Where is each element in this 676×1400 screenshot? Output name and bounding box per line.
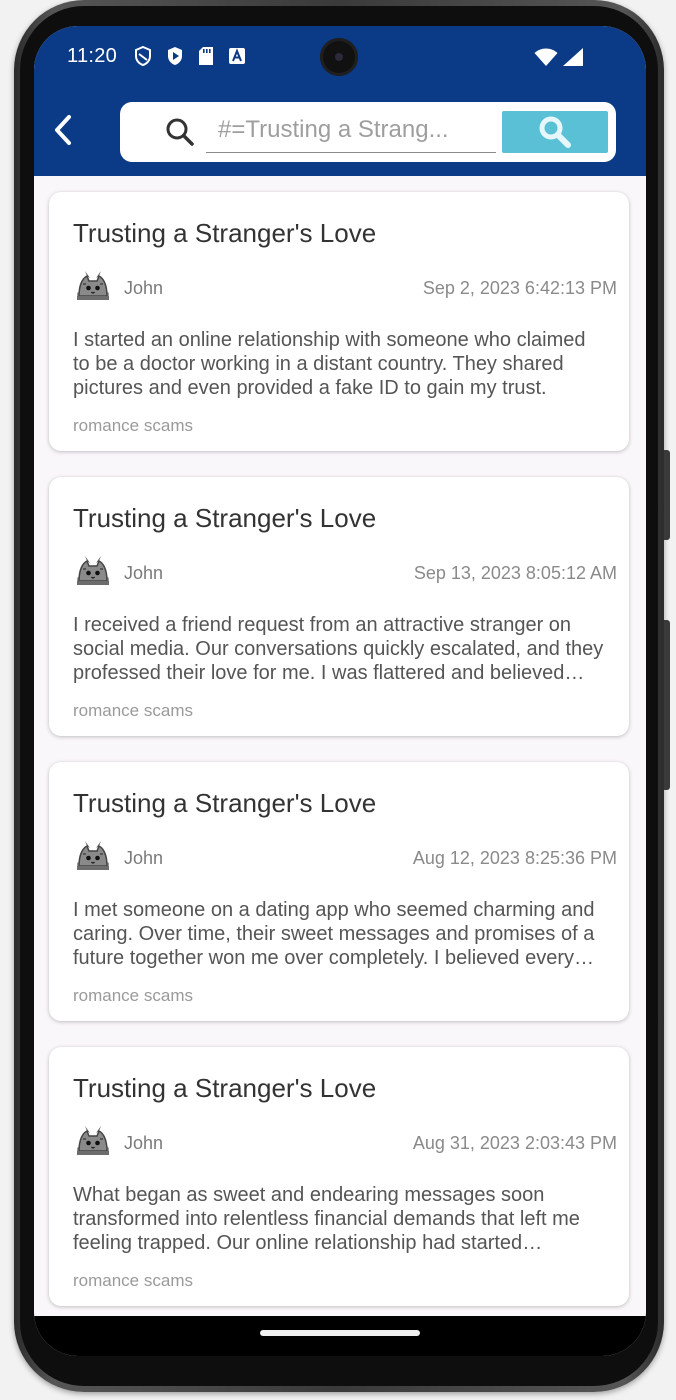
- post-date: Aug 31, 2023 2:03:43 PM: [412, 1133, 617, 1153]
- app-bar: 11:20: [34, 26, 646, 176]
- search-box: [120, 102, 616, 162]
- power-button: [664, 620, 670, 790]
- post-excerpt: What began as sweet and endearing messag…: [73, 1184, 580, 1254]
- post-title: Trusting a Stranger's Love: [73, 1073, 377, 1103]
- home-indicator[interactable]: [260, 1330, 420, 1336]
- post-card[interactable]: Trusting a Stranger's Love John Sep 2, 2: [49, 192, 629, 451]
- status-bar: 11:20: [34, 26, 646, 88]
- post-tag: romance scams: [73, 416, 193, 435]
- post-list[interactable]: Trusting a Stranger's Love John Sep 2, 2: [34, 176, 646, 1316]
- status-time: 11:20: [67, 45, 118, 67]
- play-protect-icon: [166, 46, 184, 71]
- post-date: Sep 2, 2023 6:42:13 PM: [422, 278, 617, 298]
- post-tag: romance scams: [73, 1271, 193, 1290]
- cat-avatar-icon: [73, 555, 113, 587]
- a-badge-icon: [228, 46, 246, 71]
- post-card[interactable]: Trusting a Stranger's Love John Aug 12,: [49, 762, 629, 1021]
- search-button[interactable]: [502, 111, 608, 153]
- post-author: John: [124, 278, 164, 298]
- post-tag: romance scams: [73, 986, 193, 1005]
- post-excerpt: I started an online relationship with so…: [73, 329, 586, 399]
- post-title: Trusting a Stranger's Love: [73, 218, 377, 248]
- phone-frame: 11:20 #=Trusting a Strang... Trusting a …: [14, 0, 670, 1392]
- search-icon: [164, 116, 196, 148]
- wifi-icon: [534, 47, 558, 72]
- status-icons-left: [134, 45, 246, 71]
- post-excerpt: I received a friend request from an attr…: [73, 614, 604, 684]
- back-button[interactable]: [46, 110, 80, 150]
- post-author: John: [124, 1133, 164, 1153]
- cat-avatar-icon: [73, 1125, 113, 1157]
- magnifier-icon: [539, 116, 571, 148]
- post-tag: romance scams: [73, 701, 193, 720]
- volume-button: [664, 450, 670, 540]
- front-camera: [320, 38, 358, 76]
- status-icons-right: [534, 47, 584, 72]
- back-arrow-icon: [55, 115, 71, 145]
- app-screen: 11:20 #=Trusting a Strang... Trusting a …: [34, 26, 646, 1356]
- gesture-nav-bar: [34, 1316, 646, 1356]
- post-title: Trusting a Stranger's Love: [73, 503, 377, 533]
- post-author: John: [124, 848, 164, 868]
- search-input[interactable]: [206, 108, 496, 153]
- post-author: John: [124, 563, 164, 583]
- post-card[interactable]: Trusting a Stranger's Love John Aug 31,: [49, 1047, 629, 1306]
- post-card[interactable]: Trusting a Stranger's Love John Sep 13,: [49, 477, 629, 736]
- signal-icon: [562, 47, 584, 72]
- post-date: Sep 13, 2023 8:05:12 AM: [413, 563, 617, 583]
- shield-icon: [134, 45, 152, 71]
- sd-card-icon: [198, 46, 214, 71]
- post-title: Trusting a Stranger's Love: [73, 788, 377, 818]
- cat-avatar-icon: [73, 840, 113, 872]
- post-excerpt: I met someone on a dating app who seemed…: [73, 899, 595, 969]
- post-date: Aug 12, 2023 8:25:36 PM: [412, 848, 617, 868]
- cat-avatar-icon: [73, 270, 113, 302]
